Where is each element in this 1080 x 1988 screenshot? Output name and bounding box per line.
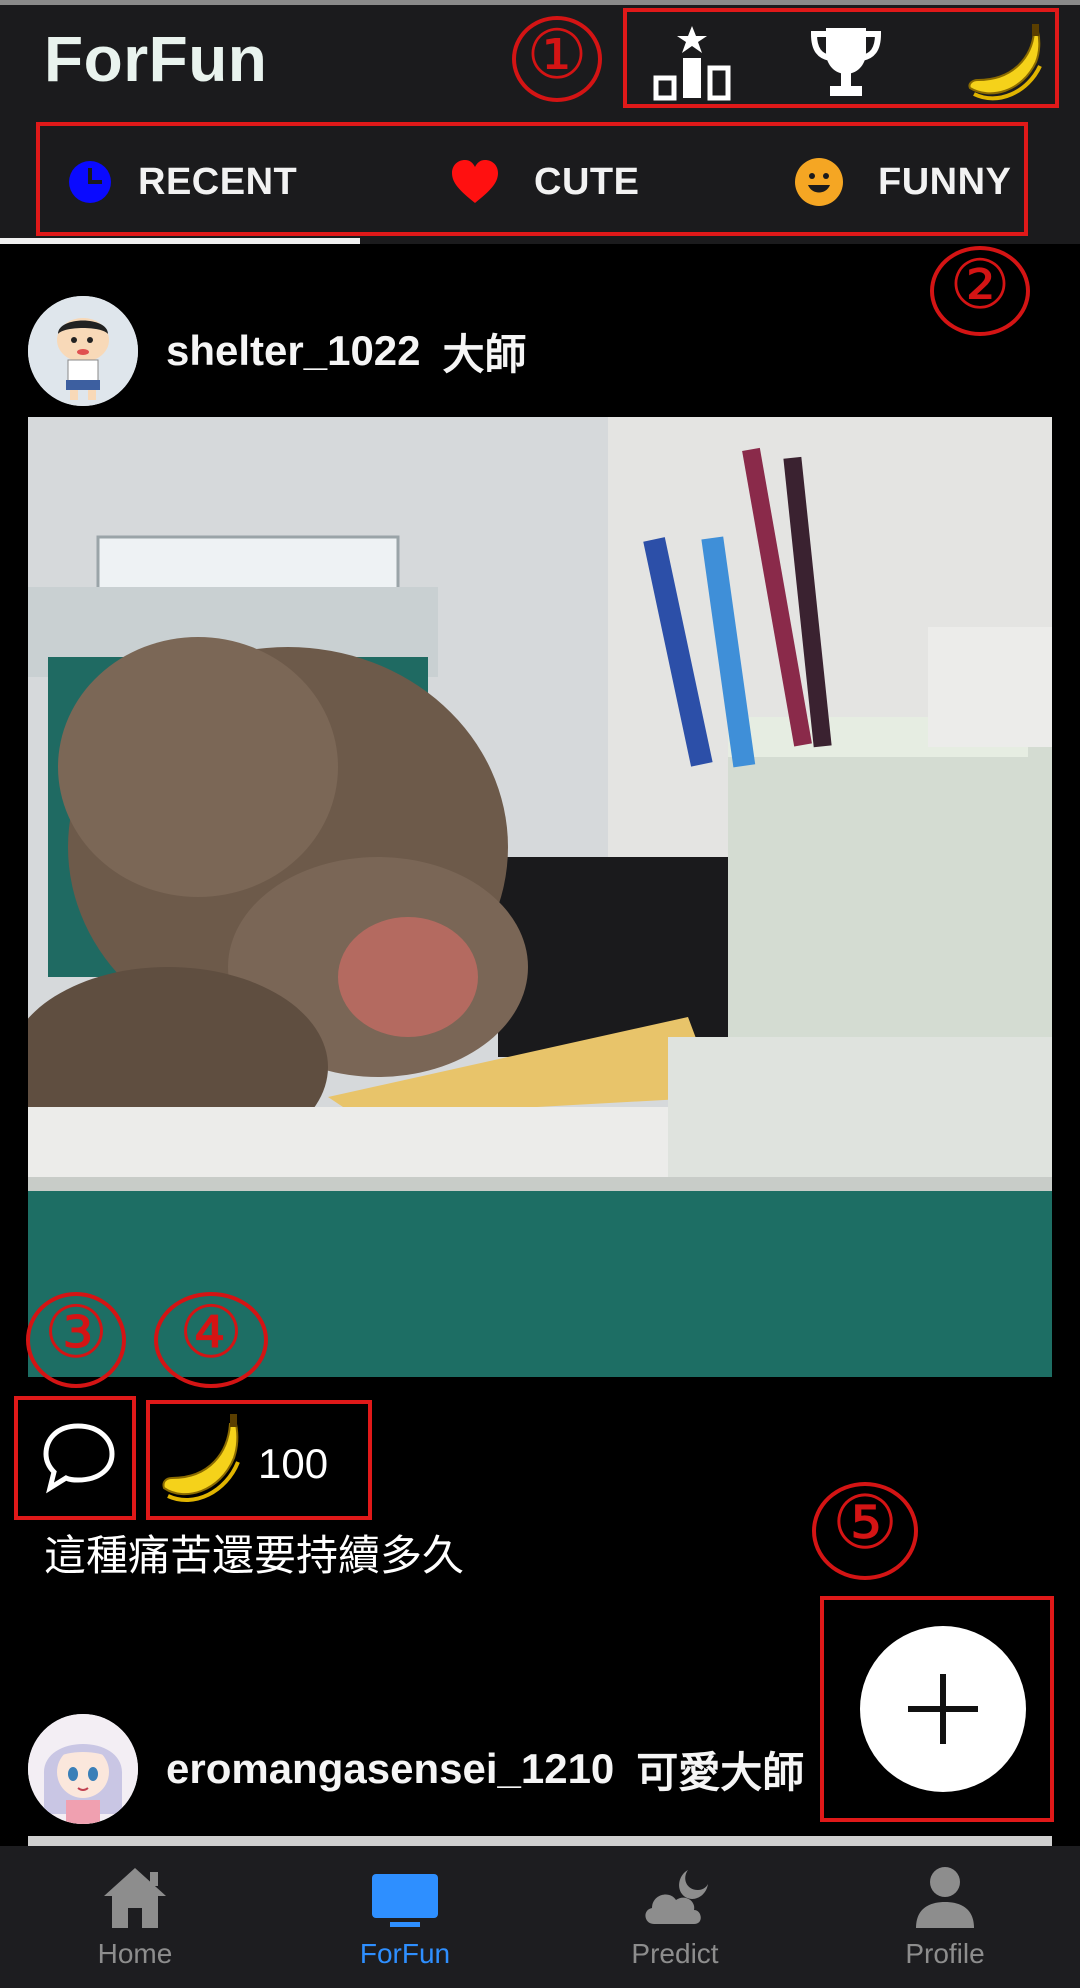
banana-count: 100 (258, 1440, 329, 1487)
post-username[interactable]: eromangasensei_1210 (166, 1745, 614, 1793)
banana-icon[interactable] (964, 22, 1048, 102)
comment-button[interactable] (18, 1398, 134, 1518)
nav-forfun[interactable]: ForFun (270, 1846, 540, 1988)
tab-funny[interactable]: FUNNY (794, 122, 1011, 242)
leaderboard-icon[interactable] (652, 22, 732, 102)
add-post-button[interactable] (860, 1626, 1026, 1792)
tab-cute[interactable]: CUTE (450, 122, 639, 242)
header-actions (626, 12, 1056, 108)
post-image[interactable] (28, 417, 1052, 1377)
smiley-icon (795, 158, 843, 206)
heart-icon (452, 160, 498, 203)
nav-predict[interactable]: Predict (540, 1846, 810, 1988)
plus-icon (908, 1674, 978, 1744)
avatar[interactable] (28, 296, 138, 406)
tab-label: FUNNY (878, 160, 1012, 203)
annotation-circle-2 (930, 246, 1030, 336)
bottom-navigation: Home ForFun Predict Profile (0, 1846, 1080, 1988)
avatar[interactable] (28, 1714, 138, 1824)
nav-label: Home (97, 1938, 173, 1969)
nav-label: ForFun (359, 1938, 451, 1969)
annotation-circle-5 (812, 1482, 918, 1580)
banana-icon (162, 1414, 240, 1502)
post-header: shelter_1022 大師 (28, 296, 527, 406)
annotation-label-5: ⑤ (831, 1480, 899, 1566)
tab-recent[interactable]: RECENT (66, 122, 297, 242)
category-tabs: RECENT CUTE FUNNY (0, 122, 1080, 242)
nav-home[interactable]: Home (0, 1846, 270, 1988)
post-image[interactable] (28, 1836, 1052, 1846)
app-header: ForFun RECENT CUTE FUNNY (0, 0, 1080, 244)
post-caption: 這種痛苦還要持續多久 (44, 1532, 465, 1579)
tv-icon (372, 1874, 438, 1927)
nav-label: Predict (631, 1938, 719, 1969)
user-icon (916, 1867, 974, 1928)
comment-icon (43, 1423, 115, 1494)
post-username[interactable]: shelter_1022 (166, 327, 421, 375)
app-title: ForFun (44, 23, 268, 95)
home-icon (104, 1868, 166, 1928)
tab-label: RECENT (138, 160, 298, 203)
post-header: eromangasensei_1210 可愛大師 (28, 1714, 804, 1824)
trophy-icon[interactable] (806, 22, 886, 102)
weather-icon (645, 1870, 708, 1924)
post-user-rank: 大師 (442, 330, 527, 378)
nav-label: Profile (905, 1938, 985, 1969)
tab-label: CUTE (534, 160, 640, 203)
active-tab-indicator (0, 238, 360, 244)
nav-profile[interactable]: Profile (810, 1846, 1080, 1988)
annotation-label-2: ② (949, 246, 1011, 325)
clock-icon (69, 161, 111, 203)
post-user-rank: 可愛大師 (636, 1748, 805, 1796)
